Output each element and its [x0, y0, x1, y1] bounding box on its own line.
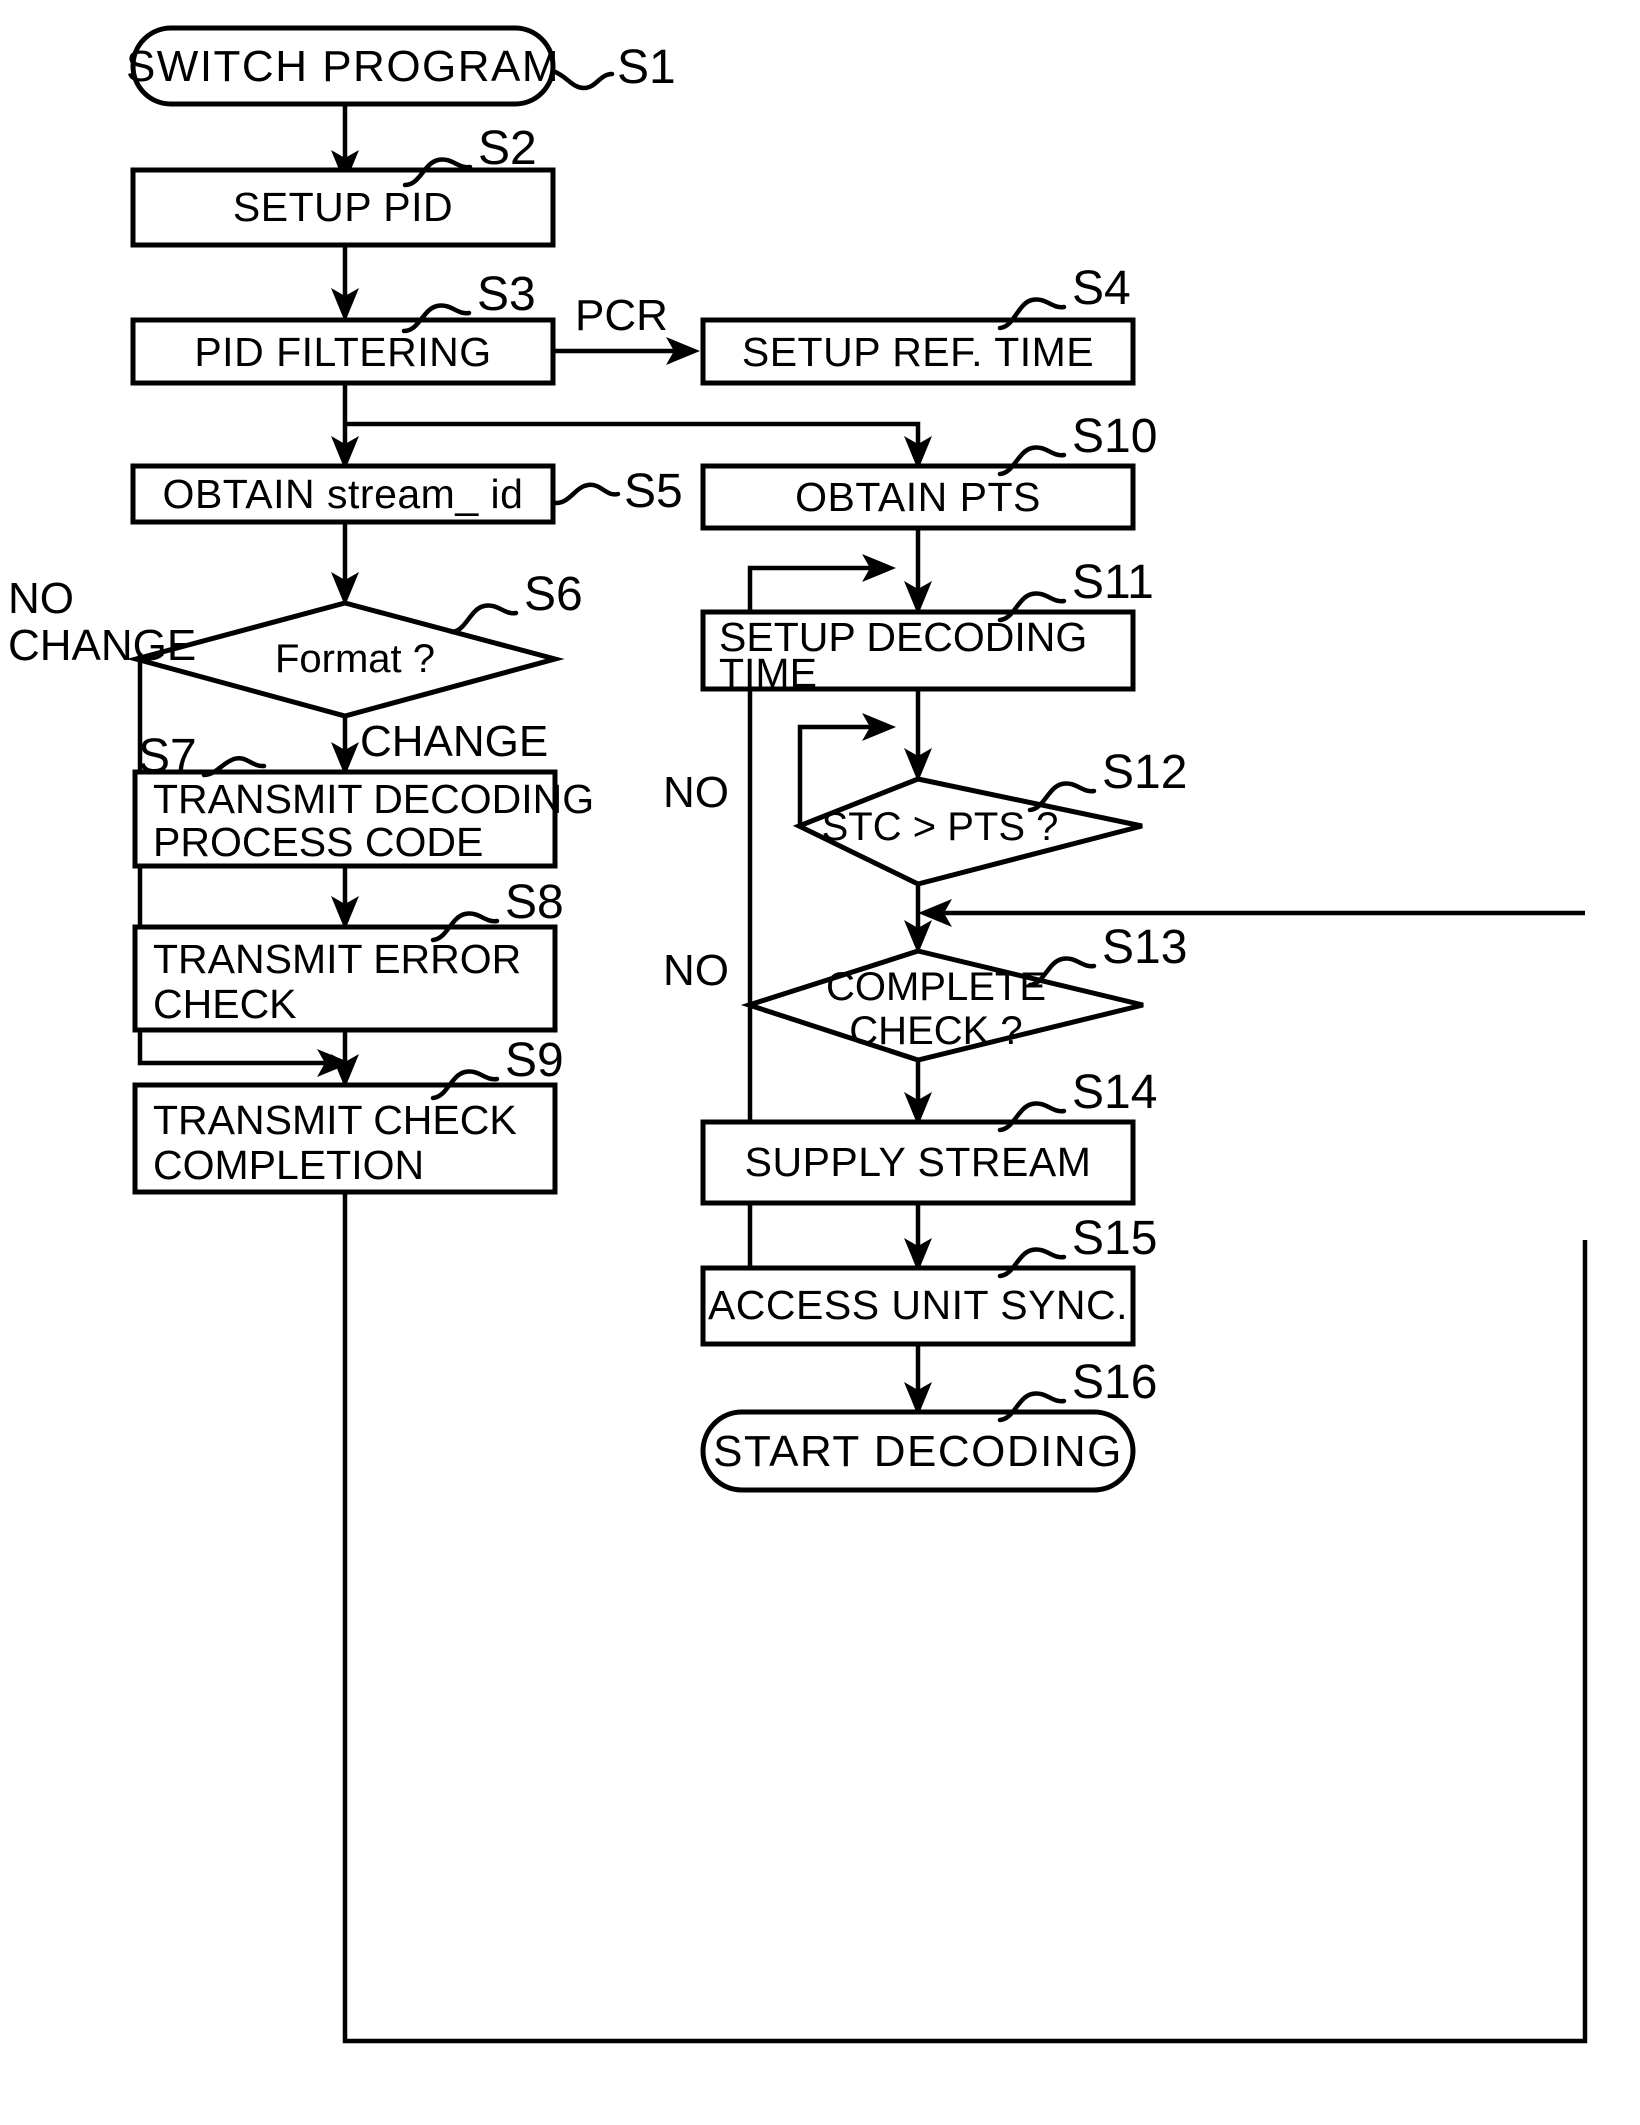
- node-s7[interactable]: TRANSMIT DECODING PROCESS CODE: [132, 769, 594, 869]
- step-label-s7: S7: [138, 730, 197, 783]
- node-s2-label: SETUP PID: [233, 184, 453, 230]
- node-s3-label: PID FILTERING: [194, 329, 491, 375]
- node-s1-label: SWITCH PROGRAM: [126, 42, 560, 91]
- step-label-s14: S14: [1072, 1066, 1157, 1119]
- edge-label-nochange-line2: CHANGE: [8, 621, 196, 670]
- step-label-s10: S10: [1072, 410, 1157, 463]
- node-s14-label: SUPPLY STREAM: [745, 1139, 1092, 1185]
- node-s13[interactable]: COMPLETE CHECK ?: [740, 948, 1144, 1063]
- step-label-s1: S1: [617, 41, 676, 94]
- node-s15[interactable]: ACCESS UNIT SYNC.: [700, 1265, 1136, 1347]
- node-s4-label: SETUP REF. TIME: [742, 329, 1094, 375]
- node-s1[interactable]: SWITCH PROGRAM: [126, 25, 560, 107]
- squiggle-s5: [553, 482, 621, 506]
- node-s5-label: OBTAIN stream_ id: [163, 471, 524, 517]
- node-s11[interactable]: SETUP DECODING TIME: [700, 609, 1136, 696]
- connectors: [137, 104, 1588, 2044]
- step-label-s15: S15: [1072, 1212, 1157, 1265]
- edge-label-nochange-line1: NO: [8, 574, 74, 623]
- edge-s3-to-s10-horizontal: [345, 421, 921, 448]
- node-s2[interactable]: SETUP PID: [130, 167, 556, 248]
- step-label-s11: S11: [1072, 556, 1154, 609]
- flowchart-page: SWITCH PROGRAM SETUP PID PID FILTERING S…: [0, 0, 1640, 2125]
- step-label-s6: S6: [524, 568, 583, 621]
- node-s10-label: OBTAIN PTS: [795, 474, 1041, 520]
- squiggle-s1: [550, 68, 615, 91]
- node-s11-label-line2: TIME: [719, 650, 817, 696]
- node-s14[interactable]: SUPPLY STREAM: [700, 1119, 1136, 1206]
- step-label-s12: S12: [1102, 746, 1187, 799]
- step-label-s4: S4: [1072, 262, 1131, 315]
- node-s9-label-line2: COMPLETION: [153, 1142, 424, 1188]
- node-s3[interactable]: PID FILTERING: [130, 317, 556, 386]
- node-s5[interactable]: OBTAIN stream_ id: [130, 463, 556, 525]
- edge-label-pcr: PCR: [575, 291, 668, 340]
- node-s8-label-line2: CHECK: [153, 981, 297, 1027]
- node-s6[interactable]: Format ?: [126, 600, 565, 719]
- node-s7-label-line1: TRANSMIT DECODING: [153, 776, 594, 822]
- node-s12[interactable]: STC > PTS ?: [792, 776, 1143, 887]
- node-s7-label-line2: PROCESS CODE: [153, 819, 483, 865]
- step-label-s9: S9: [505, 1034, 564, 1087]
- edge-label-change: CHANGE: [360, 717, 548, 766]
- step-label-s8: S8: [505, 876, 564, 929]
- step-label-s3: S3: [477, 268, 536, 321]
- node-s10[interactable]: OBTAIN PTS: [700, 463, 1136, 531]
- step-label-s16: S16: [1072, 1356, 1157, 1409]
- step-label-s2: S2: [478, 122, 537, 175]
- node-s4[interactable]: SETUP REF. TIME: [700, 317, 1136, 386]
- step-label-s13: S13: [1102, 921, 1187, 974]
- step-callouts: S1 S2 S3 S4 S5 S6 S7 S8 S9 S10 S11 S12 S…: [138, 41, 1187, 1423]
- node-s16-label: START DECODING: [713, 1427, 1123, 1476]
- squiggle-s12: [1027, 781, 1097, 813]
- step-label-s5: S5: [624, 465, 683, 518]
- flowchart-canvas: SWITCH PROGRAM SETUP PID PID FILTERING S…: [8, 25, 1588, 2044]
- node-s16[interactable]: START DECODING: [700, 1409, 1136, 1493]
- node-s9-label-line1: TRANSMIT CHECK: [153, 1097, 517, 1143]
- node-s13-label-line2: CHECK ?: [849, 1009, 1022, 1053]
- node-s8-label-line1: TRANSMIT ERROR: [153, 936, 521, 982]
- node-s13-label-line1: COMPLETE: [826, 965, 1046, 1009]
- edge-label-no-s12: NO: [663, 768, 729, 817]
- node-s9[interactable]: TRANSMIT CHECK COMPLETION: [132, 1082, 558, 1195]
- node-s15-label: ACCESS UNIT SYNC.: [708, 1282, 1128, 1328]
- squiggle-s6: [449, 603, 519, 635]
- node-s6-label: Format ?: [275, 637, 435, 681]
- node-s12-label: STC > PTS ?: [822, 805, 1059, 849]
- edge-label-no-s13: NO: [663, 946, 729, 995]
- node-s8[interactable]: TRANSMIT ERROR CHECK: [132, 924, 558, 1033]
